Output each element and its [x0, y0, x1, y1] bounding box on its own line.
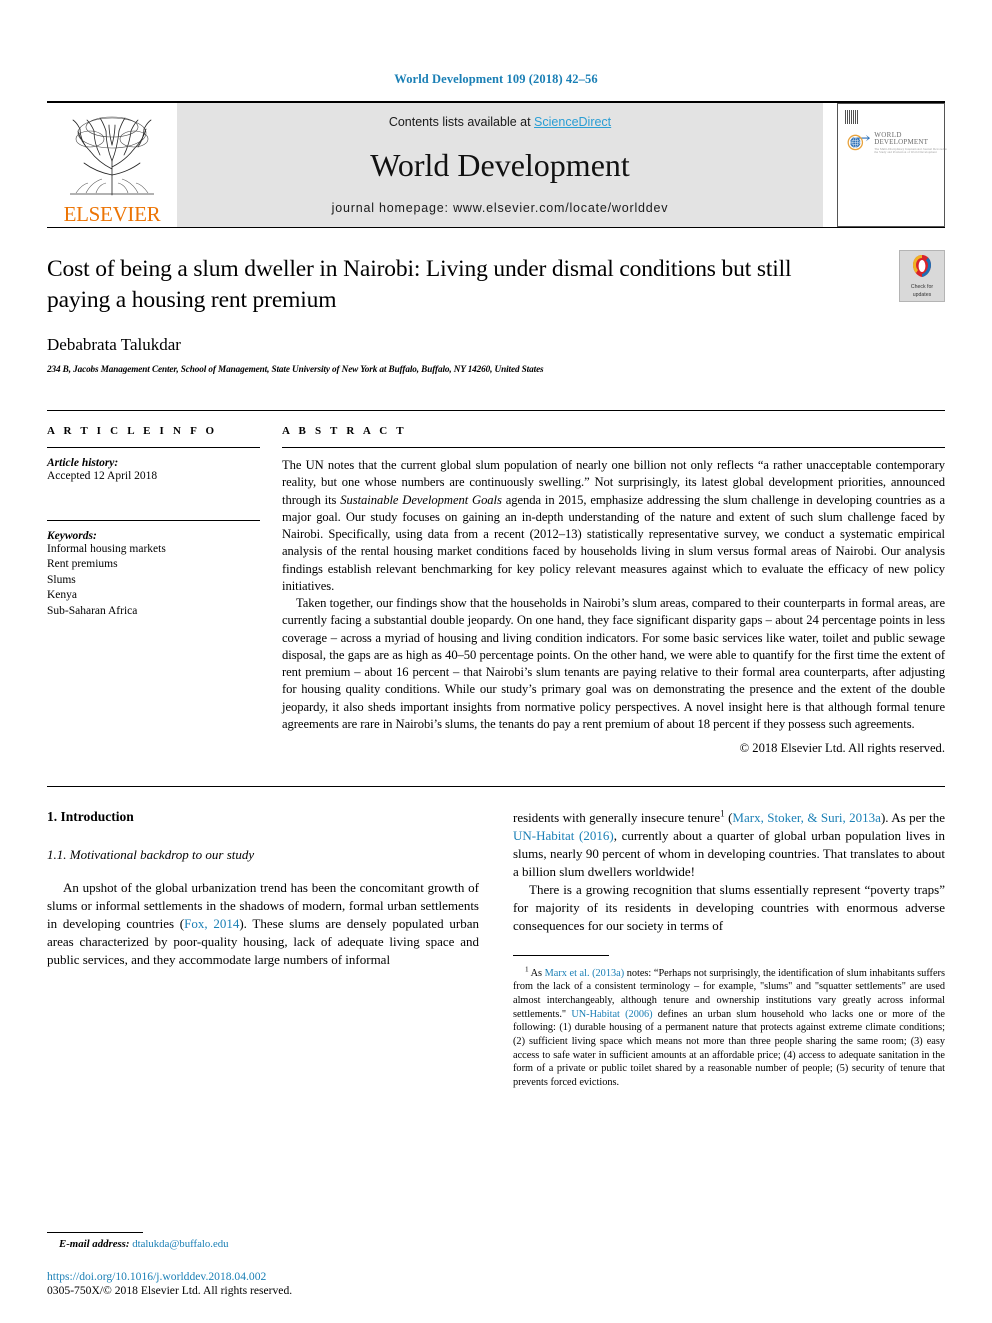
masthead-center: Contents lists available at ScienceDirec…: [177, 103, 823, 227]
author-list: Debabrata Talukdar: [47, 335, 181, 355]
issn-copyright-line: 0305-750X/© 2018 Elsevier Ltd. All right…: [47, 1284, 293, 1297]
abstract-copyright: © 2018 Elsevier Ltd. All rights reserved…: [739, 741, 945, 756]
body-columns: 1. Introduction 1.1. Motivational backdr…: [47, 786, 945, 1090]
keyword-item: Kenya: [47, 589, 78, 602]
cover-logo: WORLD DEVELOPMENT The Multi-Disciplinary…: [846, 124, 949, 162]
doi-link[interactable]: https://doi.org/10.1016/j.worlddev.2018.…: [47, 1270, 467, 1283]
keywords-label: Keywords:: [47, 529, 97, 542]
article-info-heading: A R T I C L E I N F O: [47, 425, 218, 438]
body-right-column: residents with generally insecure tenure…: [513, 809, 945, 1090]
contents-available-line: Contents lists available at ScienceDirec…: [389, 115, 611, 129]
article-info-column: A R T I C L E I N F O Article history: A…: [47, 425, 260, 756]
author-affiliation: 234 B, Jacobs Management Center, School …: [47, 364, 544, 375]
footnote-part-a: As: [528, 967, 545, 979]
crossmark-icon: [913, 255, 931, 277]
keywords-block: Keywords: Informal housing markets Rent …: [47, 519, 260, 620]
abstract-p1-italic: Sustainable Development Goals: [340, 492, 502, 507]
page-footer: E-mail address: dtalukda@buffalo.edu htt…: [47, 1232, 467, 1297]
body-left-column: 1. Introduction 1.1. Motivational backdr…: [47, 809, 479, 1090]
abstract-paragraph-1: The UN notes that the current global slu…: [282, 457, 945, 595]
contents-prefix: Contents lists available at: [388, 115, 535, 129]
citation-link-un-habitat-2016[interactable]: UN-Habitat (2016): [513, 828, 614, 843]
cover-title: WORLD DEVELOPMENT The Multi-Disciplinary…: [874, 131, 949, 155]
globe-arrow-icon: [847, 134, 871, 151]
abstract-column: A B S T R A C T The UN notes that the cu…: [282, 425, 945, 756]
footnote-block: 1 As Marx et al. (2013a) notes: “Perhaps…: [513, 954, 945, 1090]
divider: [47, 519, 260, 521]
footer-divider: [47, 1232, 143, 1233]
section-heading-introduction: 1. Introduction: [47, 809, 134, 825]
keyword-item: Slums: [47, 573, 76, 586]
keyword-item: Sub-Saharan Africa: [47, 604, 138, 617]
journal-homepage-line[interactable]: journal homepage: www.elsevier.com/locat…: [332, 201, 669, 215]
crossmark-badge[interactable]: Check for updates: [899, 250, 945, 302]
journal-title: World Development: [370, 147, 630, 183]
right-p1-part-a: residents with generally insecure tenure: [513, 810, 721, 826]
subsection-heading-motivational-backdrop: 1.1. Motivational backdrop to our study: [47, 847, 255, 863]
elsevier-wordmark: ELSEVIER: [63, 202, 161, 226]
barcode-icon: [845, 110, 859, 124]
cover-title-line3: The Multi-Disciplinary International Jou…: [874, 147, 948, 155]
sciencedirect-link[interactable]: ScienceDirect: [534, 115, 611, 129]
keyword-item: Informal housing markets: [47, 542, 166, 555]
email-label: E-mail address:: [59, 1238, 130, 1250]
page-title: Cost of being a slum dweller in Nairobi:…: [47, 256, 792, 313]
elsevier-logo: ELSEVIER: [47, 103, 177, 227]
keyword-item: Rent premiums: [47, 558, 118, 571]
crossmark-label-line1: Check for: [910, 284, 934, 290]
corresponding-email-line: E-mail address: dtalukda@buffalo.edu: [47, 1238, 467, 1250]
citation-link-marx-et-al-2013a[interactable]: Marx et al. (2013a): [545, 968, 624, 979]
title-block: Cost of being a slum dweller in Nairobi:…: [47, 227, 945, 374]
cover-title-line2: DEVELOPMENT: [874, 137, 929, 146]
article-history-label: Article history:: [47, 457, 119, 470]
footnote-text: 1 As Marx et al. (2013a) notes: “Perhaps…: [513, 966, 945, 1090]
citation-link-un-habitat-2006[interactable]: UN-Habitat (2006): [571, 1009, 652, 1020]
article-history-value: Accepted 12 April 2018: [47, 470, 158, 483]
running-head: World Development 109 (2018) 42–56: [394, 72, 598, 86]
elsevier-tree-icon: [70, 116, 154, 196]
abstract-paragraph-2: Taken together, our findings show that t…: [282, 596, 945, 731]
footnote-part-c: defines an urban slum household who lack…: [513, 1008, 945, 1089]
body-paragraph-right-2: There is a growing recognition that slum…: [513, 881, 945, 933]
body-paragraph-left-1: An upshot of the global urbanization tre…: [47, 879, 479, 969]
journal-masthead: ELSEVIER Contents lists available at Sci…: [47, 101, 947, 227]
paper-page: World Development 109 (2018) 42–56 ELSEV…: [0, 0, 992, 1323]
journal-cover-thumbnail: WORLD DEVELOPMENT The Multi-Disciplinary…: [837, 103, 947, 227]
info-abstract-section: A R T I C L E I N F O Article history: A…: [47, 410, 945, 756]
crossmark-label-line2: updates: [912, 292, 932, 299]
divider: [47, 447, 260, 449]
body-paragraph-right-1: residents with generally insecure tenure…: [513, 809, 945, 881]
citation-link-marx-stoker-suri-2013a[interactable]: Marx, Stoker, & Suri, 2013a: [732, 810, 881, 825]
abstract-heading: A B S T R A C T: [282, 425, 407, 438]
divider: [282, 447, 945, 449]
abstract-p1-part-b: agenda in 2015, emphasize addressing the…: [282, 492, 945, 593]
right-p1-part-c: ). As per the: [880, 810, 945, 826]
email-link[interactable]: dtalukda@buffalo.edu: [132, 1238, 228, 1250]
citation-link-fox-2014[interactable]: Fox, 2014: [184, 916, 239, 931]
